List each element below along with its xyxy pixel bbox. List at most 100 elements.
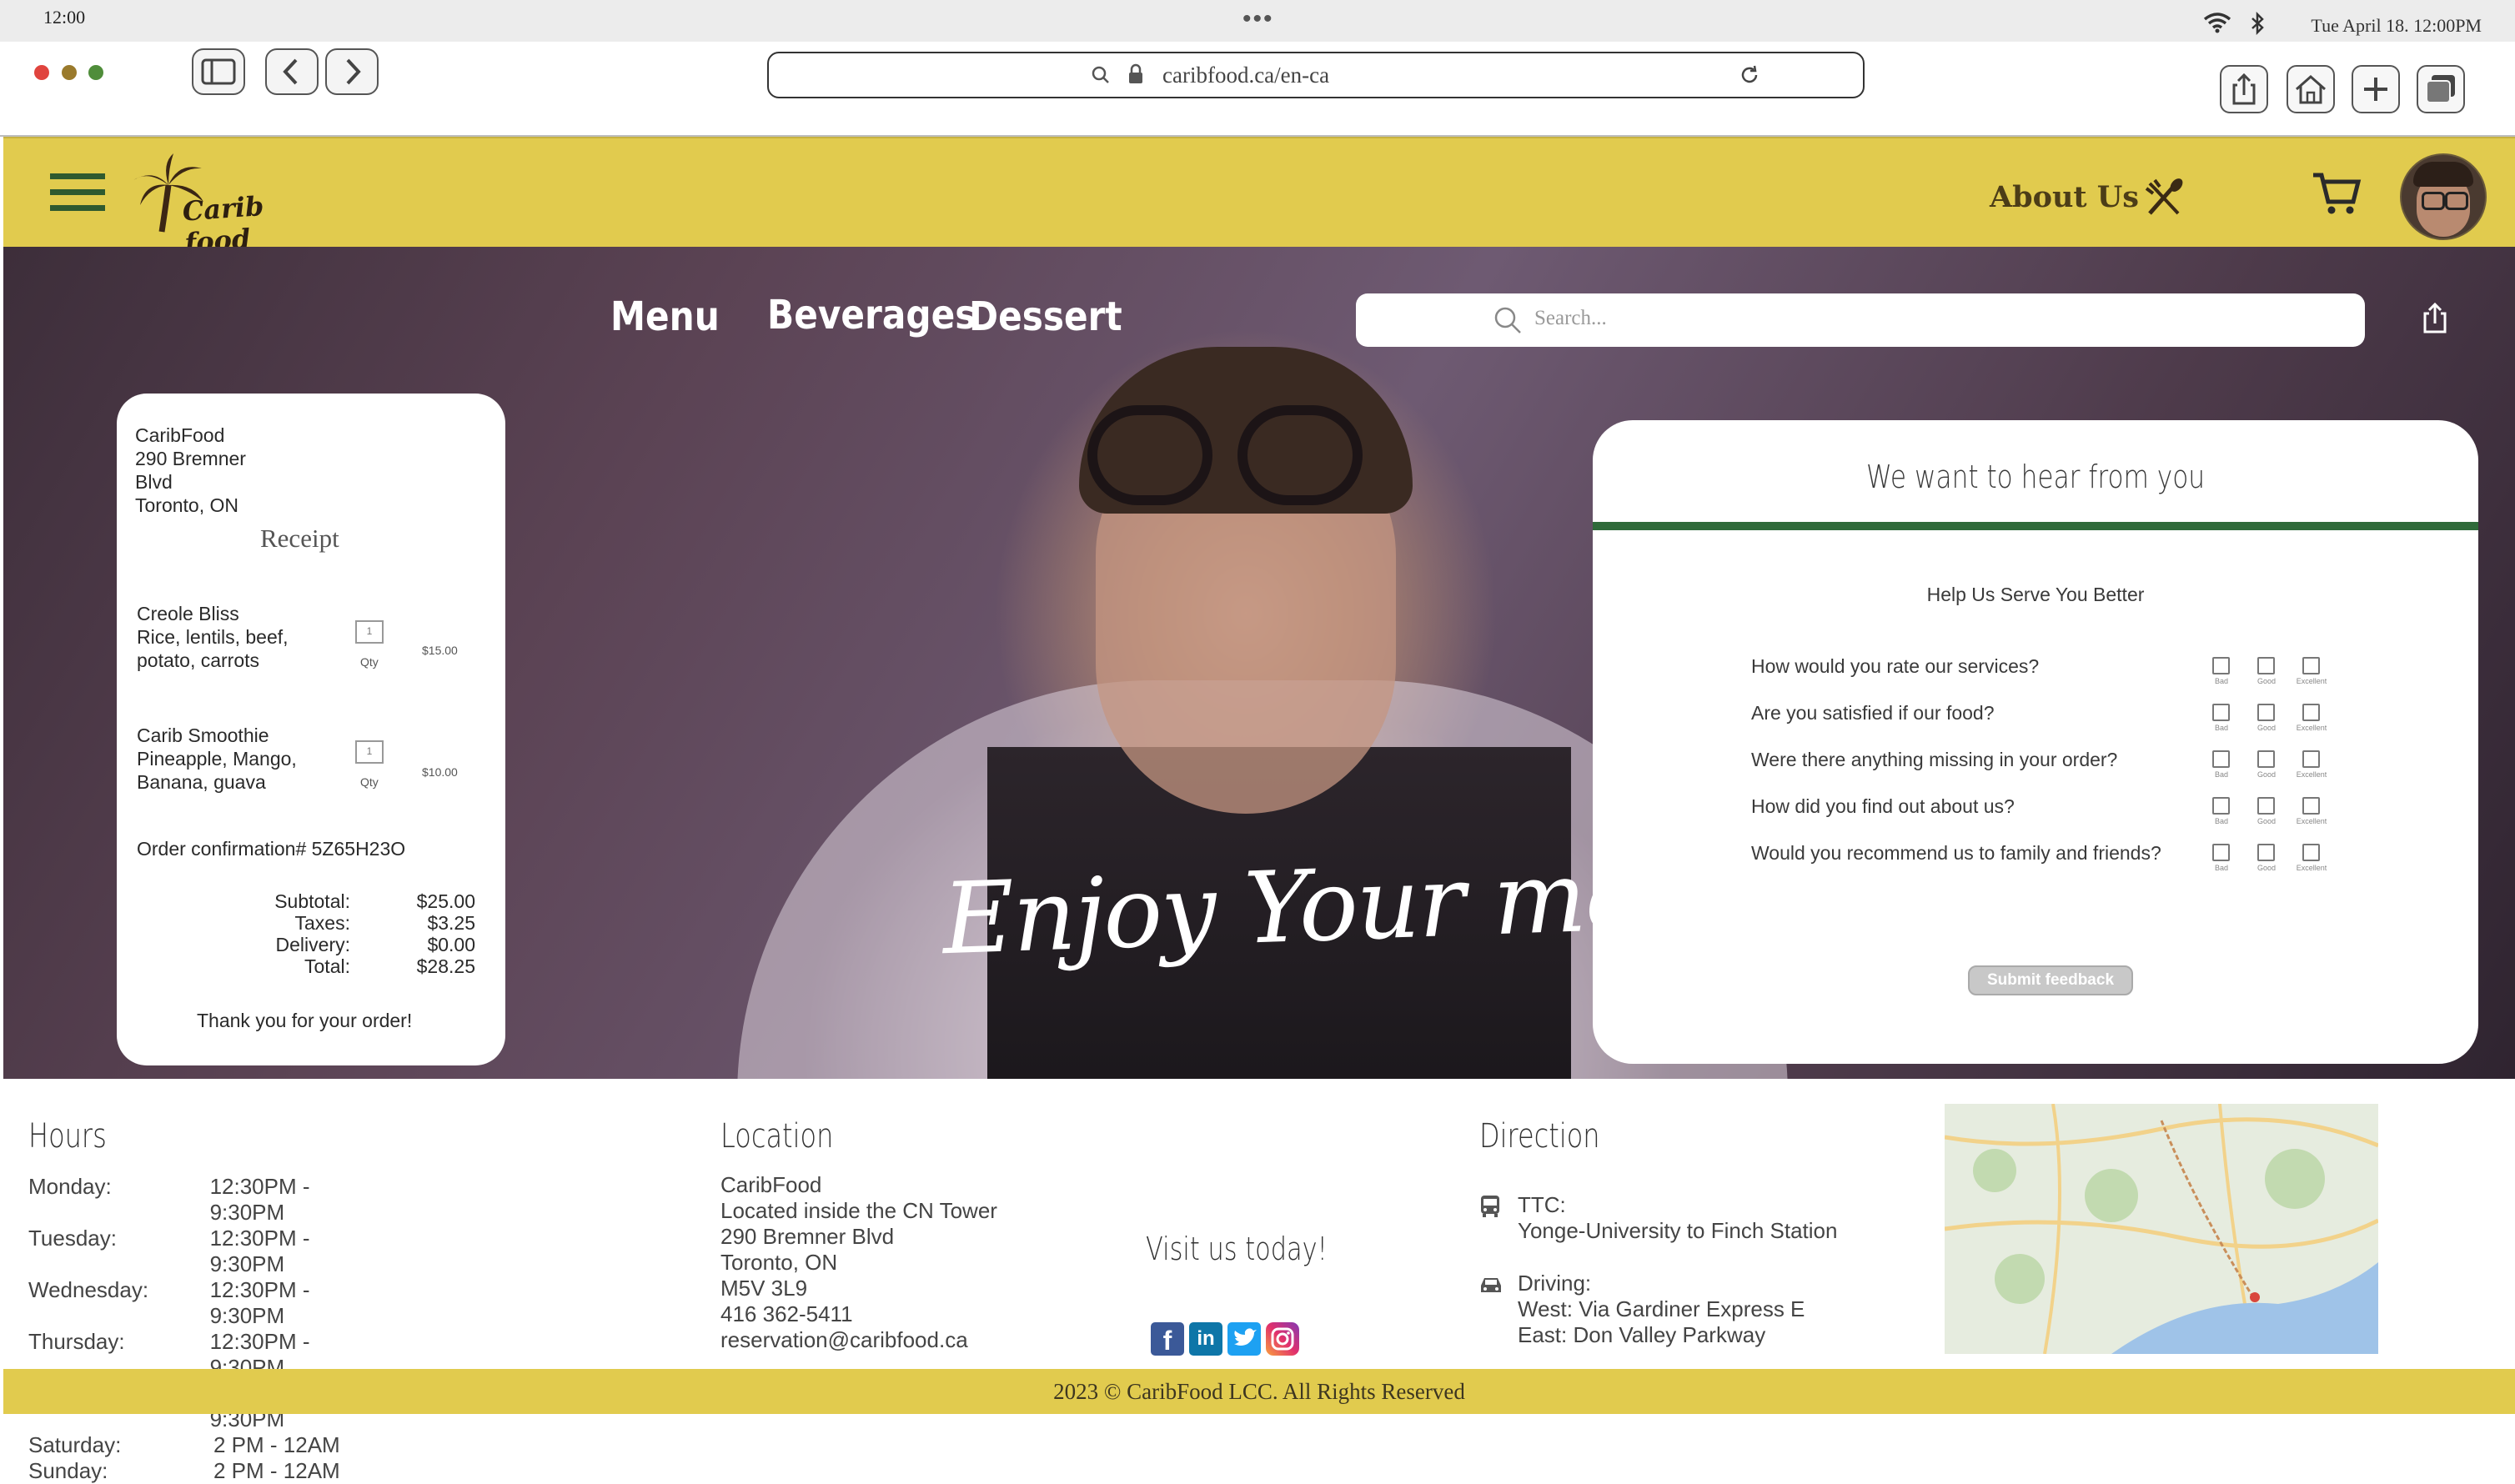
rating-checkbox-bad[interactable] xyxy=(2212,844,2230,861)
rating-checkbox-bad[interactable] xyxy=(2212,750,2230,768)
user-avatar[interactable] xyxy=(2400,153,2487,240)
sidebar-toggle-button[interactable] xyxy=(192,48,245,95)
item-quantity[interactable]: 1 xyxy=(355,620,384,644)
qty-label: Qty xyxy=(360,775,379,789)
location-details: CaribFood Located inside the CN Tower 29… xyxy=(720,1172,997,1353)
twitter-icon[interactable] xyxy=(1227,1322,1261,1356)
nav-dessert[interactable]: Dessert xyxy=(969,293,1122,340)
rating-checkbox-good[interactable] xyxy=(2257,797,2275,815)
option-label: Bad xyxy=(2214,770,2228,779)
item-description: Banana, guava xyxy=(137,771,266,793)
window-close-button[interactable] xyxy=(34,65,49,80)
back-button[interactable] xyxy=(265,48,319,95)
option-label: Bad xyxy=(2214,864,2228,872)
driving-east: East: Don Valley Parkway xyxy=(1518,1322,1766,1347)
option-label: Excellent xyxy=(2296,864,2327,872)
reload-icon[interactable] xyxy=(1738,63,1761,87)
facebook-icon[interactable]: f xyxy=(1151,1322,1184,1356)
new-tab-button[interactable] xyxy=(2352,65,2400,113)
site-search-bar[interactable]: Search... xyxy=(1356,293,2365,347)
feedback-divider xyxy=(1593,522,2478,530)
receipt-item: Creole Bliss Rice, lentils, beef, potato… xyxy=(137,602,289,672)
rating-checkbox-bad[interactable] xyxy=(2212,797,2230,815)
item-price: $15.00 xyxy=(422,644,458,657)
wifi-icon xyxy=(2203,13,2231,33)
plus-icon xyxy=(2364,78,2387,101)
feedback-question: How did you find out about us? xyxy=(1751,795,2015,817)
rating-checkbox-excellent[interactable] xyxy=(2302,704,2320,721)
total-value: $3.25 xyxy=(427,912,475,934)
item-description: Pineapple, Mango, xyxy=(137,748,297,770)
rating-checkbox-excellent[interactable] xyxy=(2302,797,2320,815)
tabs-overview-button[interactable] xyxy=(2417,65,2465,113)
rating-checkbox-excellent[interactable] xyxy=(2302,750,2320,768)
search-icon xyxy=(1092,66,1109,83)
hours-row: Monday: 12:30PM - 9:30PM xyxy=(28,1174,387,1226)
delivery-row: Delivery: $0.00 xyxy=(250,934,475,955)
total-label: Taxes: xyxy=(294,912,350,934)
site-header: Carib food About Us xyxy=(3,137,2515,259)
rating-checkbox-excellent[interactable] xyxy=(2302,844,2320,861)
home-button[interactable] xyxy=(2287,65,2335,113)
window-minimize-button[interactable] xyxy=(62,65,77,80)
ttc-label: TTC: xyxy=(1518,1192,1566,1217)
utensils-icon[interactable] xyxy=(2143,177,2185,218)
bluetooth-icon xyxy=(2251,12,2264,35)
phone-number[interactable]: 416 362-5411 xyxy=(720,1301,997,1327)
brand-logo[interactable]: Carib food xyxy=(128,152,295,259)
car-icon xyxy=(1481,1278,1501,1292)
share-icon[interactable] xyxy=(2417,300,2453,337)
receipt-title: Receipt xyxy=(260,524,339,553)
address-line: Blvd xyxy=(135,471,173,493)
nav-menu[interactable]: Menu xyxy=(610,293,720,340)
forward-button[interactable] xyxy=(325,48,379,95)
email-link[interactable]: reservation@caribfood.ca xyxy=(720,1327,997,1353)
item-name: Carib Smoothie xyxy=(137,724,269,746)
linkedin-icon[interactable]: in xyxy=(1189,1322,1222,1356)
shopping-cart-icon[interactable] xyxy=(2310,168,2363,218)
rating-checkbox-excellent[interactable] xyxy=(2302,657,2320,674)
option-label: Good xyxy=(2256,724,2277,732)
clock: 12:00 xyxy=(43,7,86,28)
total-label: Total: xyxy=(304,955,350,977)
hours-time: 2 PM - 12AM xyxy=(213,1432,340,1457)
address-bar[interactable]: caribfood.ca/en-ca xyxy=(767,52,1865,98)
date-time: Tue April 18. 12:00PM xyxy=(2311,15,2482,36)
search-input[interactable]: Search... xyxy=(1534,307,1607,330)
hours-row: Tuesday: 12:30PM - 9:30PM xyxy=(28,1226,387,1277)
twitter-bird-icon xyxy=(1234,1328,1257,1346)
window-zoom-button[interactable] xyxy=(88,65,103,80)
instagram-icon[interactable] xyxy=(1266,1322,1299,1356)
feedback-title: We want to hear from you xyxy=(1865,459,2206,495)
nav-beverages[interactable]: Beverages xyxy=(767,292,976,338)
qty-label: Qty xyxy=(360,655,379,669)
about-us-link[interactable]: About Us xyxy=(1990,180,2139,214)
option-label: Good xyxy=(2256,770,2277,779)
rating-checkbox-good[interactable] xyxy=(2257,844,2275,861)
ttc-route: Yonge-University to Finch Station xyxy=(1518,1218,1838,1243)
rating-checkbox-good[interactable] xyxy=(2257,704,2275,721)
address-line: Toronto, ON xyxy=(135,494,238,516)
hamburger-menu-icon[interactable] xyxy=(50,172,105,213)
feedback-question: How would you rate our services? xyxy=(1751,655,2040,677)
rating-checkbox-good[interactable] xyxy=(2257,657,2275,674)
hours-day: Monday: xyxy=(28,1174,112,1199)
share-icon xyxy=(2232,73,2256,105)
hours-time: 12:30PM - 9:30PM xyxy=(209,1174,310,1225)
os-status-bar: 12:00 ••• Tue April 18. 12:00PM xyxy=(0,0,2515,43)
item-description: Rice, lentils, beef, xyxy=(137,626,289,648)
browser-toolbar: caribfood.ca/en-ca xyxy=(0,42,2515,137)
item-quantity[interactable]: 1 xyxy=(355,740,384,764)
rating-checkbox-good[interactable] xyxy=(2257,750,2275,768)
rating-checkbox-bad[interactable] xyxy=(2212,657,2230,674)
total-label: Subtotal: xyxy=(274,890,350,912)
rating-checkbox-bad[interactable] xyxy=(2212,704,2230,721)
share-button[interactable] xyxy=(2220,65,2268,113)
feedback-card: We want to hear from you Help Us Serve Y… xyxy=(1593,420,2478,1064)
hours-day: Saturday: xyxy=(28,1432,122,1457)
window-menu-dots[interactable]: ••• xyxy=(1242,5,1274,33)
feedback-subtitle: Help Us Serve You Better xyxy=(1926,584,2145,605)
taxes-row: Taxes: $3.25 xyxy=(250,912,475,934)
submit-feedback-button[interactable]: Submit feedback xyxy=(1968,965,2133,995)
location-map[interactable] xyxy=(1945,1104,2378,1354)
